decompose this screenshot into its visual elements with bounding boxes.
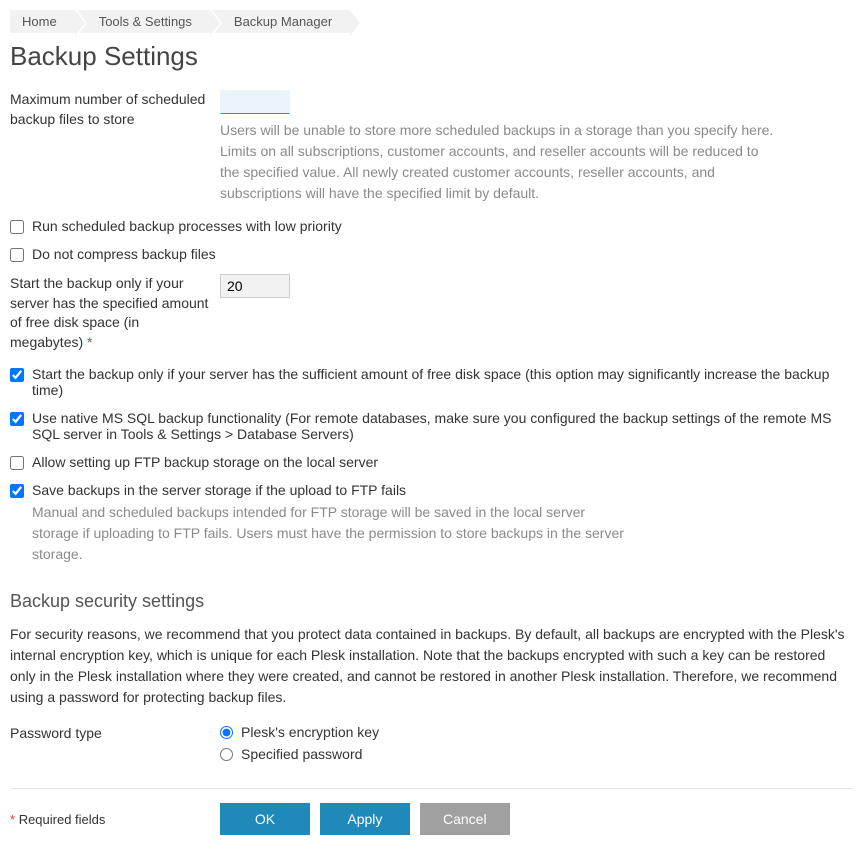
- password-type-specified-radio[interactable]: [220, 748, 233, 761]
- field-free-space-mb: Start the backup only if your server has…: [10, 274, 854, 352]
- sufficient-space-label: Start the backup only if your server has…: [32, 366, 829, 398]
- page-title: Backup Settings: [10, 41, 854, 72]
- field-no-compress: Do not compress backup files: [10, 246, 854, 262]
- save-if-ftp-fail-label: Save backups in the server storage if th…: [32, 482, 406, 498]
- required-fields-note: * Required fields: [10, 812, 220, 827]
- low-priority-label: Run scheduled backup processes with low …: [32, 218, 342, 234]
- breadcrumb-home[interactable]: Home: [10, 10, 75, 33]
- free-space-label: Start the backup only if your server has…: [10, 274, 220, 352]
- field-password-type: Password type Plesk's encryption key Spe…: [10, 724, 854, 768]
- password-type-label: Password type: [10, 724, 220, 744]
- sufficient-space-checkbox[interactable]: [10, 368, 24, 382]
- low-priority-checkbox[interactable]: [10, 220, 24, 234]
- max-backups-help: Users will be unable to store more sched…: [220, 120, 780, 204]
- apply-button[interactable]: Apply: [320, 803, 410, 835]
- required-marker: *: [87, 334, 92, 350]
- password-type-plesk-key-radio[interactable]: [220, 726, 233, 739]
- field-native-mssql: Use native MS SQL backup functionality (…: [10, 410, 854, 442]
- footer-divider: [10, 788, 854, 789]
- ftp-local-label: Allow setting up FTP backup storage on t…: [32, 454, 378, 470]
- cancel-button[interactable]: Cancel: [420, 803, 510, 835]
- no-compress-checkbox[interactable]: [10, 248, 24, 262]
- native-mssql-label: Use native MS SQL backup functionality (…: [32, 410, 831, 442]
- password-type-specified-label: Specified password: [241, 746, 362, 762]
- password-type-plesk-key-label: Plesk's encryption key: [241, 724, 379, 740]
- security-section-title: Backup security settings: [10, 591, 854, 612]
- save-if-ftp-fail-checkbox[interactable]: [10, 484, 24, 498]
- native-mssql-checkbox[interactable]: [10, 412, 24, 426]
- field-sufficient-space: Start the backup only if your server has…: [10, 366, 854, 398]
- field-save-if-ftp-fail: Save backups in the server storage if th…: [10, 482, 854, 565]
- ok-button[interactable]: OK: [220, 803, 310, 835]
- form-footer: * Required fields OK Apply Cancel: [10, 803, 854, 835]
- security-section-desc: For security reasons, we recommend that …: [10, 624, 854, 708]
- free-space-input[interactable]: [220, 274, 290, 298]
- ftp-local-checkbox[interactable]: [10, 456, 24, 470]
- breadcrumb-backup-manager[interactable]: Backup Manager: [212, 10, 350, 33]
- field-low-priority: Run scheduled backup processes with low …: [10, 218, 854, 234]
- no-compress-label: Do not compress backup files: [32, 246, 216, 262]
- field-max-backups: Maximum number of scheduled backup files…: [10, 90, 854, 204]
- max-backups-input[interactable]: [220, 90, 290, 114]
- breadcrumb-tools-settings[interactable]: Tools & Settings: [77, 10, 210, 33]
- breadcrumb: Home Tools & Settings Backup Manager: [10, 10, 854, 33]
- max-backups-label: Maximum number of scheduled backup files…: [10, 90, 220, 129]
- field-ftp-local: Allow setting up FTP backup storage on t…: [10, 454, 854, 470]
- save-if-ftp-fail-help: Manual and scheduled backups intended fo…: [32, 502, 632, 565]
